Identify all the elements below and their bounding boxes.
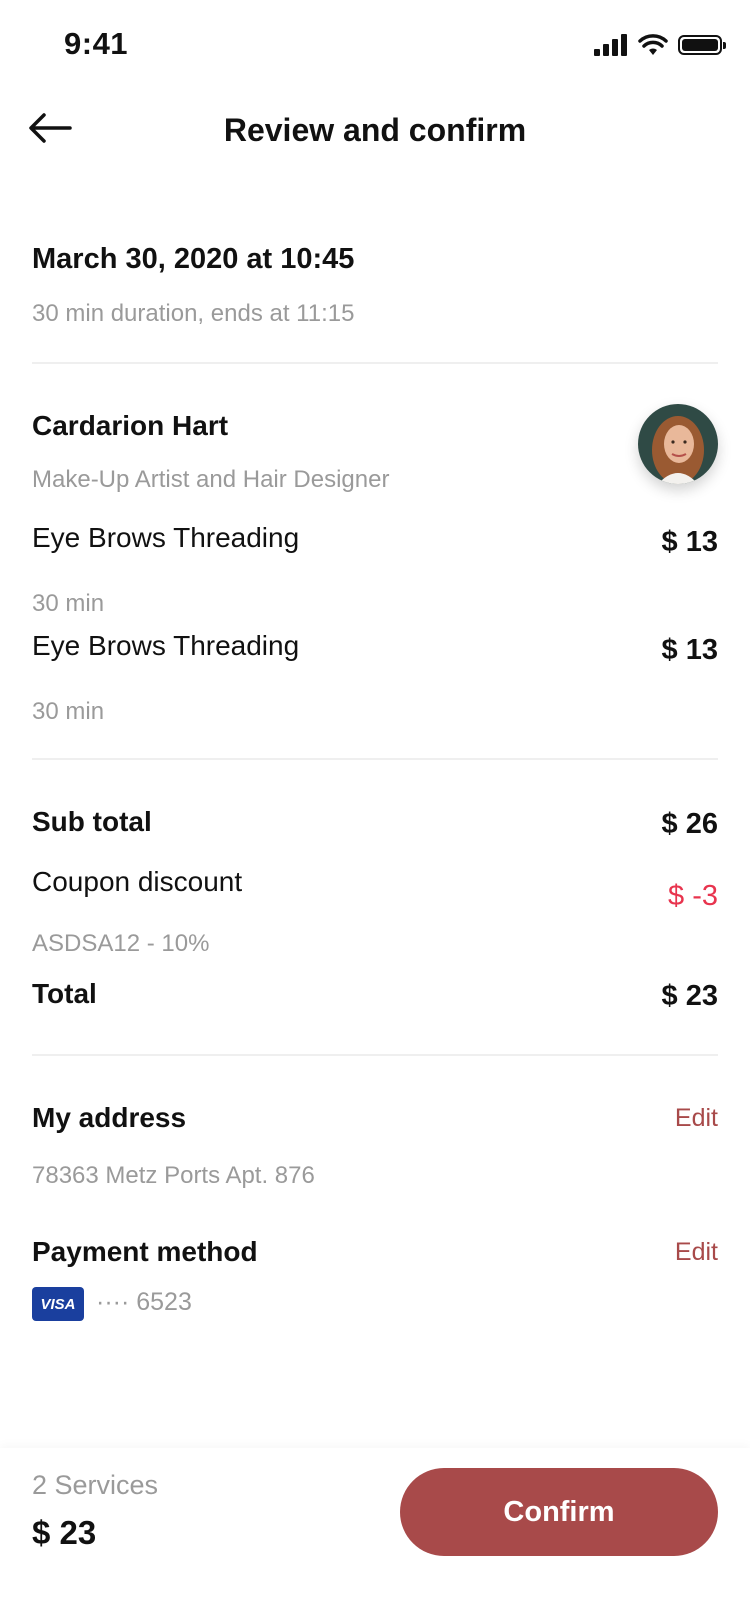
edit-address-link[interactable]: Edit (675, 1104, 718, 1133)
checkout-total: $ 23 (32, 1514, 97, 1551)
artist-role: Make-Up Artist and Hair Designer (32, 466, 390, 493)
subtotal-label: Sub total (32, 806, 152, 837)
divider (32, 1054, 718, 1056)
edit-payment-link[interactable]: Edit (675, 1238, 718, 1267)
checkout-bar: 2 Services $ 23 Confirm (0, 1448, 750, 1624)
coupon-code: ASDSA12 - 10% (32, 930, 210, 957)
status-time: 9:41 (64, 26, 129, 61)
divider (32, 362, 718, 364)
services-count: 2 Services (32, 1470, 159, 1500)
artist-name: Cardarion Hart (32, 410, 229, 441)
visa-card-icon: VISA (32, 1287, 84, 1321)
page-title: Review and confirm (223, 112, 527, 148)
subtotal-value: $ 26 (661, 808, 718, 840)
service-name: Eye Brows Threading (32, 630, 300, 661)
payment-label: Payment method (32, 1236, 258, 1267)
card-number: ···· 6523 (96, 1288, 192, 1316)
address-label: My address (32, 1102, 187, 1133)
service-name: Eye Brows Threading (32, 522, 300, 553)
avatar (638, 404, 718, 484)
status-bar: 9:41 (0, 0, 750, 94)
status-icons (594, 34, 726, 56)
battery-icon (678, 35, 726, 55)
total-label: Total (32, 978, 97, 1009)
service-duration: 30 min (32, 590, 105, 617)
wifi-icon (638, 34, 668, 55)
divider (32, 758, 718, 760)
service-price: $ 13 (661, 634, 718, 666)
total-value: $ 23 (661, 980, 718, 1012)
coupon-value: $ -3 (668, 880, 718, 912)
address-value: 78363 Metz Ports Apt. 876 (32, 1162, 315, 1189)
service-price: $ 13 (661, 526, 718, 558)
coupon-label: Coupon discount (32, 866, 243, 897)
nav-bar: Review and confirm (0, 94, 750, 168)
service-duration: 30 min (32, 698, 105, 725)
signal-icon (594, 34, 627, 56)
appointment-duration: 30 min duration, ends at 11:15 (32, 300, 355, 327)
confirm-button[interactable]: Confirm (400, 1468, 718, 1556)
appointment-date: March 30, 2020 at 10:45 (32, 243, 355, 275)
